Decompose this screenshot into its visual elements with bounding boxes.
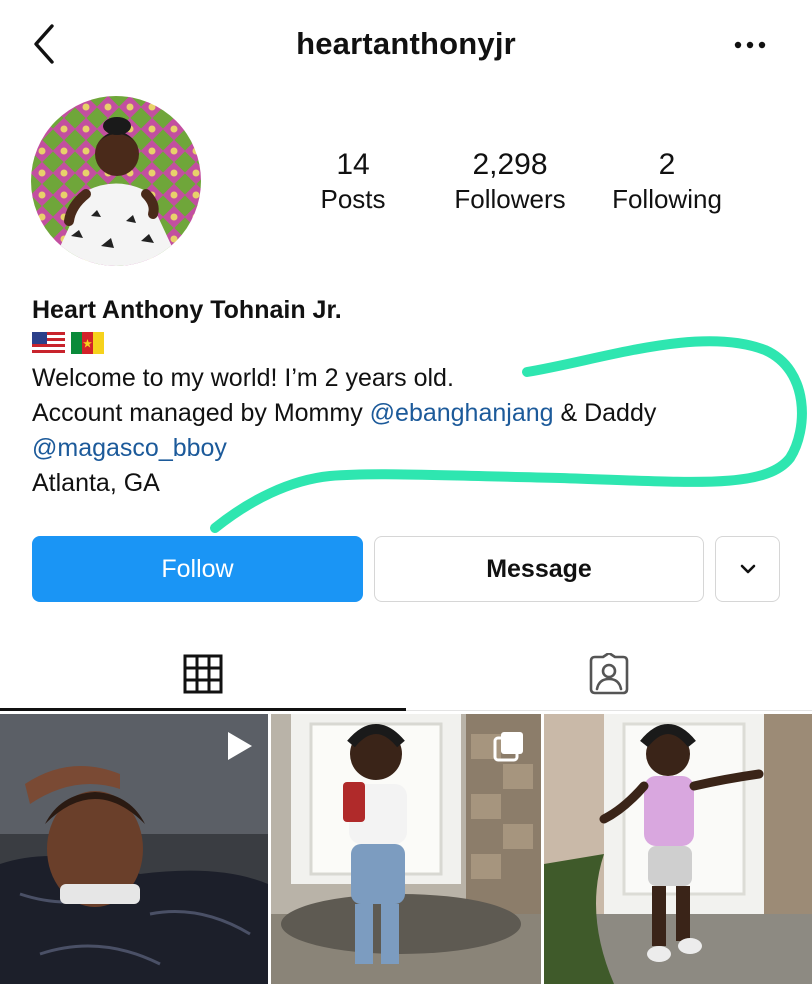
mention-link-daddy[interactable]: @magasco_bboy xyxy=(32,434,227,462)
followers-count-label: Followers xyxy=(454,184,566,214)
flags-row xyxy=(32,329,792,357)
following-count-value: 2 xyxy=(658,148,676,181)
bio-text-mid: & Daddy xyxy=(553,399,657,427)
follow-button[interactable]: Follow xyxy=(32,536,363,602)
post-thumbnail-reel[interactable] xyxy=(0,714,268,984)
tagged-person-icon xyxy=(589,653,629,695)
bio-text-line1: Welcome to my world! I’m 2 years old. xyxy=(32,364,454,392)
grid-icon xyxy=(183,654,223,694)
profile-tabs xyxy=(0,636,812,712)
chevron-down-icon xyxy=(740,564,755,574)
us-flag-icon xyxy=(32,332,65,354)
message-button[interactable]: Message xyxy=(374,536,704,602)
profile-bio: Heart Anthony Tohnain Jr. Welcome to my … xyxy=(32,293,792,501)
posts-count-value: 14 xyxy=(336,148,370,181)
following-count[interactable]: 2 Following xyxy=(596,148,738,216)
active-tab-indicator xyxy=(0,708,406,711)
post-thumbnail-carousel[interactable] xyxy=(271,714,541,984)
followers-count-value: 2,298 xyxy=(472,148,548,181)
location-text: Atlanta, GA xyxy=(32,469,160,497)
bio-text-line2: Account managed by Mommy @ebanghanjang &… xyxy=(32,396,792,431)
post-thumbnail-photo[interactable] xyxy=(544,714,812,984)
followers-count[interactable]: 2,298 Followers xyxy=(440,148,580,216)
more-options-button[interactable] xyxy=(728,30,772,60)
multiple-icon xyxy=(493,732,523,762)
cameroon-flag-icon xyxy=(71,332,104,354)
following-count-label: Following xyxy=(612,184,722,214)
tab-posts-grid[interactable] xyxy=(0,636,406,712)
play-icon xyxy=(228,732,252,760)
posts-count-label: Posts xyxy=(320,184,386,214)
mention-link-mommy[interactable]: @ebanghanjang xyxy=(370,399,554,427)
tab-divider xyxy=(406,710,812,711)
bio-text-prefix: Account managed by Mommy xyxy=(32,399,370,427)
tab-tagged[interactable] xyxy=(406,636,812,712)
more-horizontal-icon xyxy=(734,41,766,49)
avatar[interactable] xyxy=(31,96,201,266)
bio-text-line3: @magasco_bboy xyxy=(32,431,792,466)
suggested-accounts-button[interactable] xyxy=(715,536,780,602)
display-name: Heart Anthony Tohnain Jr. xyxy=(32,296,342,324)
page-title: heartanthonyjr xyxy=(296,26,516,61)
profile-header: heartanthonyjr xyxy=(0,0,812,92)
posts-count: 14 Posts xyxy=(300,148,406,216)
